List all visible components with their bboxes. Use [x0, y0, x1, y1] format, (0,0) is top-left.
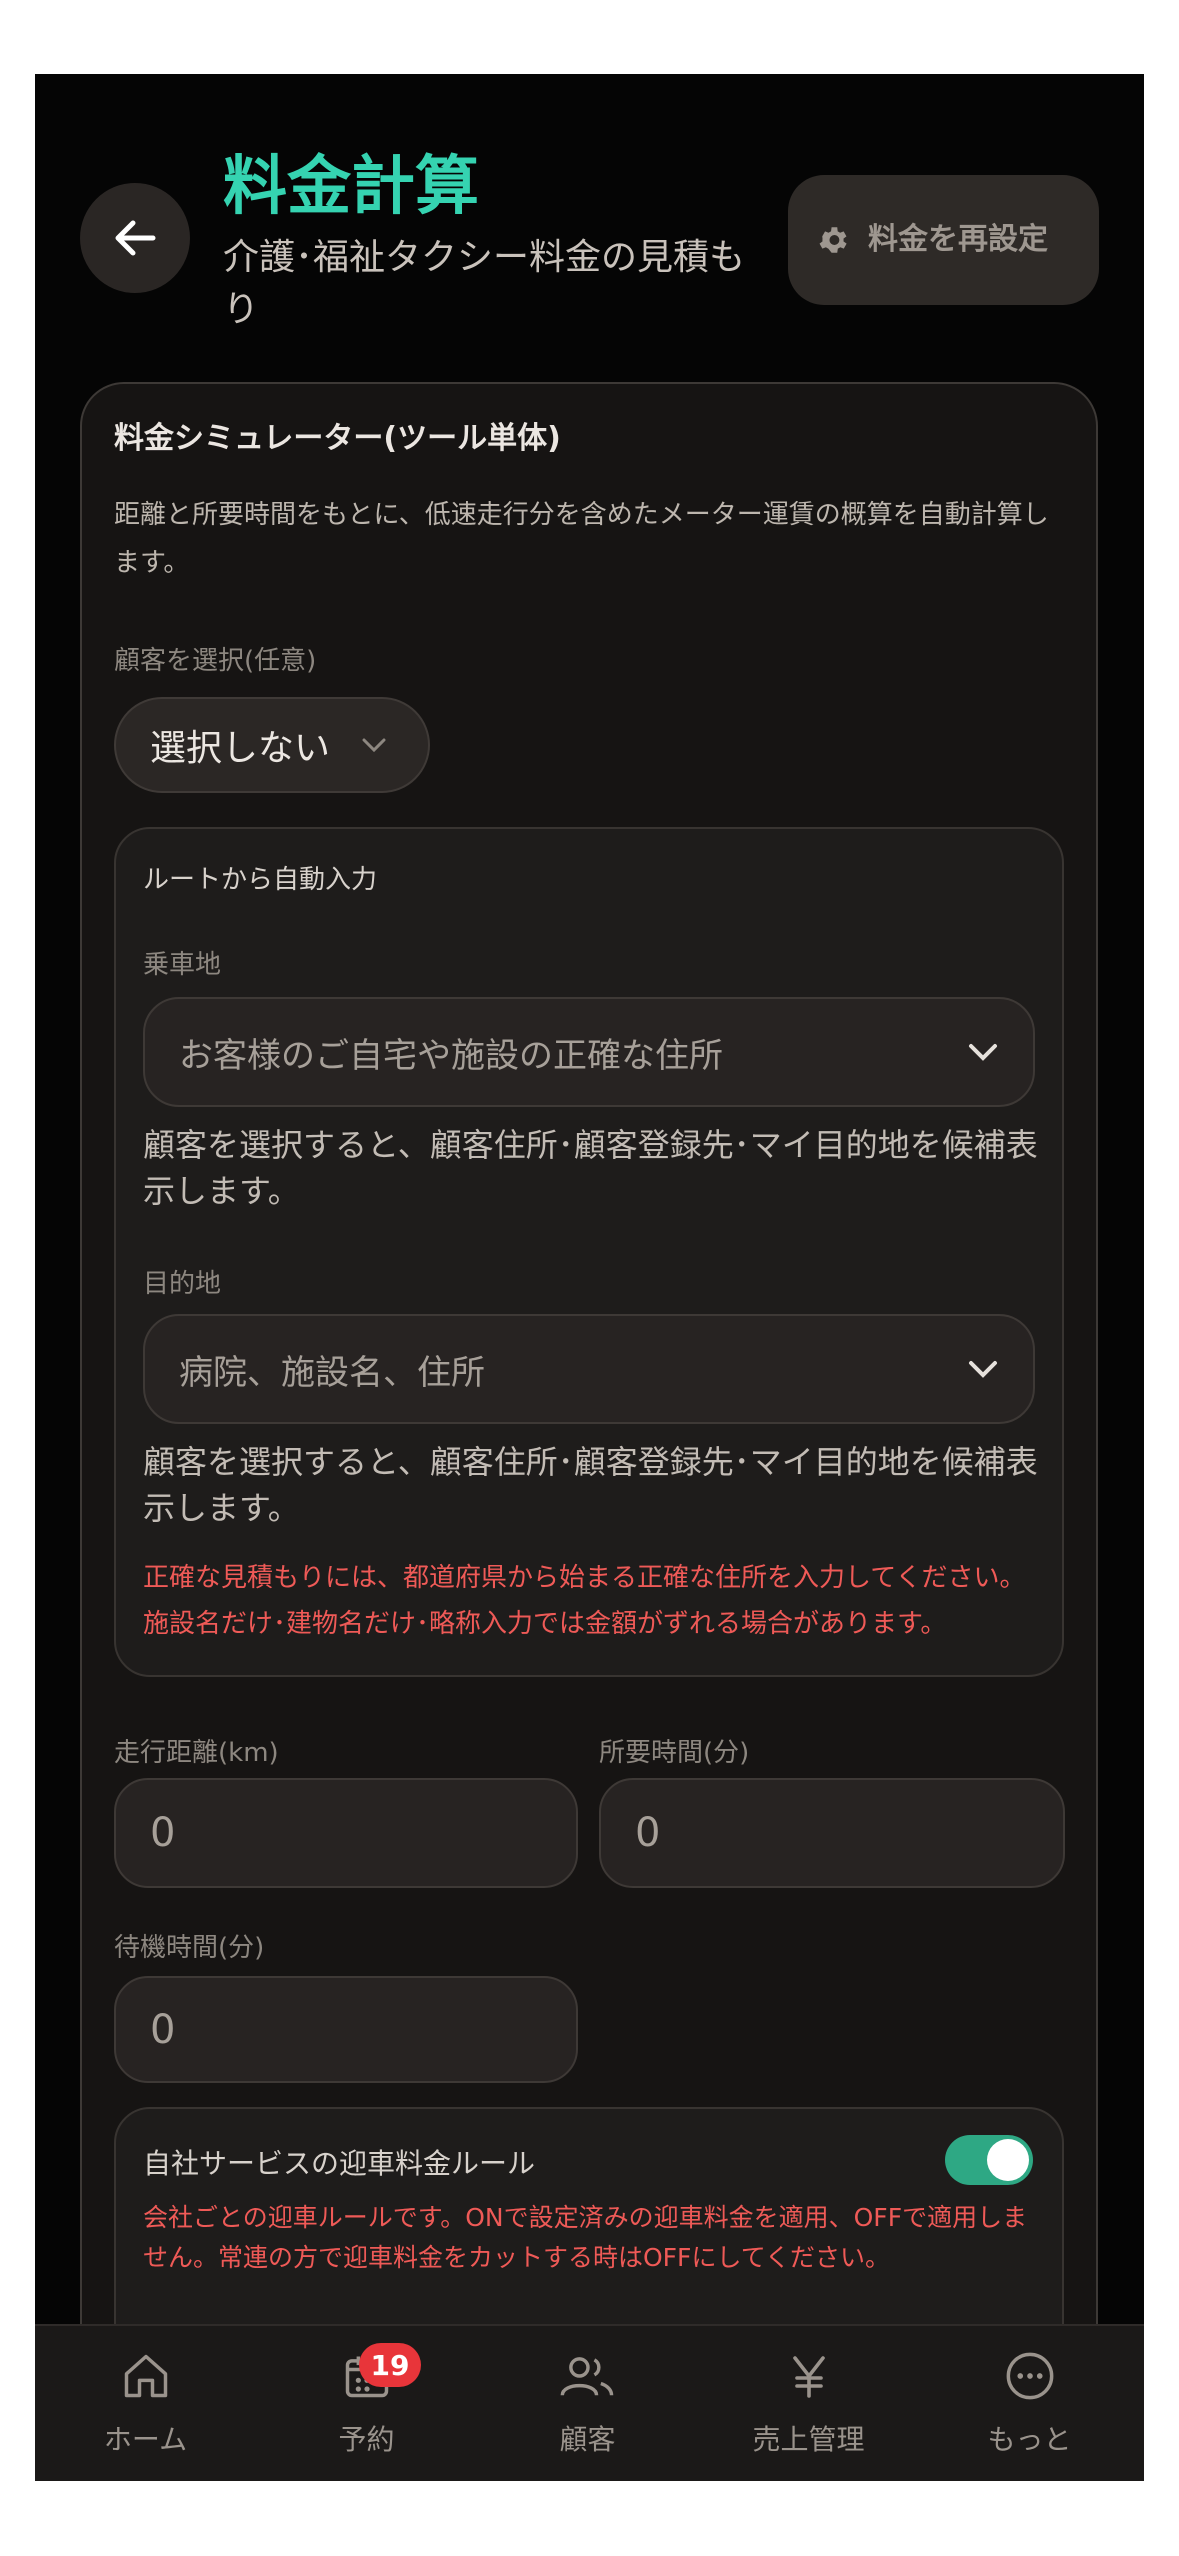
route-autofill-title: ルートから自動入力 — [143, 865, 378, 895]
arrow-left-icon — [115, 220, 156, 256]
pickup-placeholder: お客様のご自宅や施設の正確な住所 — [179, 1035, 723, 1076]
chevron-down-icon — [969, 1044, 997, 1061]
pickup-fee-rule-note: 会社ごとの迎車ルールです。ONで設定済みの迎車料金を適用、OFFで適用しません。… — [143, 2203, 1028, 2272]
page-subtitle: 介護･福祉タクシー料金の見積もり — [223, 237, 746, 330]
tab-sales[interactable]: 売上管理 — [698, 2326, 919, 2481]
wait-time-value: 0 — [150, 2006, 176, 2053]
more-icon — [1006, 2352, 1053, 2400]
distance-value: 0 — [150, 1810, 176, 1856]
chevron-down-icon — [362, 738, 386, 753]
destination-placeholder: 病院、施設名、住所 — [179, 1352, 485, 1393]
destination-input[interactable]: 病院、施設名、住所 — [143, 1314, 1035, 1424]
toggle-knob — [987, 2139, 1029, 2181]
gear-icon — [819, 227, 847, 253]
duration-input[interactable]: 0 — [599, 1778, 1065, 1888]
app-screen: 料金計算 介護･福祉タクシー料金の見積もり 料金を再設定 料金シミュレーター(ツ… — [35, 74, 1144, 2481]
distance-input[interactable]: 0 — [114, 1778, 578, 1888]
tab-home-label: ホーム — [103, 2423, 188, 2456]
page-title: 料金計算 — [223, 150, 479, 224]
tab-reservations-label: 予約 — [338, 2423, 395, 2456]
simulator-description: 距離と所要時間をもとに、低速走行分を含めたメーター運賃の概算を自動計算します。 — [114, 500, 1049, 578]
pickup-label: 乗車地 — [143, 950, 222, 980]
duration-label: 所要時間(分) — [599, 1738, 750, 1768]
address-warning-2: 施設名だけ･建物名だけ･略称入力では金額がずれる場合があります。 — [143, 1609, 947, 1639]
tab-more[interactable]: もっと — [919, 2326, 1140, 2481]
tab-more-label: もっと — [987, 2423, 1072, 2456]
back-button[interactable] — [80, 183, 190, 293]
customer-select-value: 選択しない — [150, 728, 331, 769]
destination-hint: 顧客を選択すると、顧客住所･顧客登録先･マイ目的地を候補表示します。 — [143, 1443, 1038, 1527]
simulator-title: 料金シミュレーター(ツール単体) — [114, 421, 561, 456]
duration-value: 0 — [635, 1810, 661, 1856]
pickup-input[interactable]: お客様のご自宅や施設の正確な住所 — [143, 997, 1035, 1107]
customer-select[interactable]: 選択しない — [114, 697, 430, 793]
pickup-hint: 顧客を選択すると、顧客住所･顧客登録先･マイ目的地を候補表示します。 — [143, 1126, 1038, 1210]
tab-home[interactable]: ホーム — [35, 2326, 256, 2481]
reset-fare-button[interactable]: 料金を再設定 — [788, 175, 1099, 305]
reset-fare-label: 料金を再設定 — [868, 222, 1048, 257]
tab-customers[interactable]: 顧客 — [477, 2326, 698, 2481]
distance-label: 走行距離(km) — [114, 1738, 279, 1768]
bottom-tab-bar: ホーム 予約 顧客 売上管理 もっと — [35, 2324, 1144, 2481]
wait-time-input[interactable]: 0 — [114, 1976, 578, 2083]
wait-time-label: 待機時間(分) — [114, 1933, 265, 1963]
reservations-badge: 19 — [359, 2343, 421, 2387]
tab-customers-label: 顧客 — [559, 2423, 616, 2456]
home-icon — [124, 2354, 167, 2398]
customer-select-label: 顧客を選択(任意) — [114, 646, 317, 676]
chevron-down-icon — [969, 1361, 997, 1378]
pickup-fee-rule-title: 自社サービスの迎車料金ルール — [143, 2147, 536, 2180]
pickup-fee-rule-toggle[interactable] — [945, 2135, 1033, 2185]
route-autofill-panel — [114, 827, 1064, 1677]
destination-label: 目的地 — [143, 1269, 222, 1299]
address-warning-1: 正確な見積もりには、都道府県から始まる正確な住所を入力してください。 — [143, 1563, 1026, 1593]
tab-sales-label: 売上管理 — [752, 2423, 865, 2456]
yen-icon — [792, 2356, 825, 2398]
users-icon — [560, 2357, 613, 2396]
